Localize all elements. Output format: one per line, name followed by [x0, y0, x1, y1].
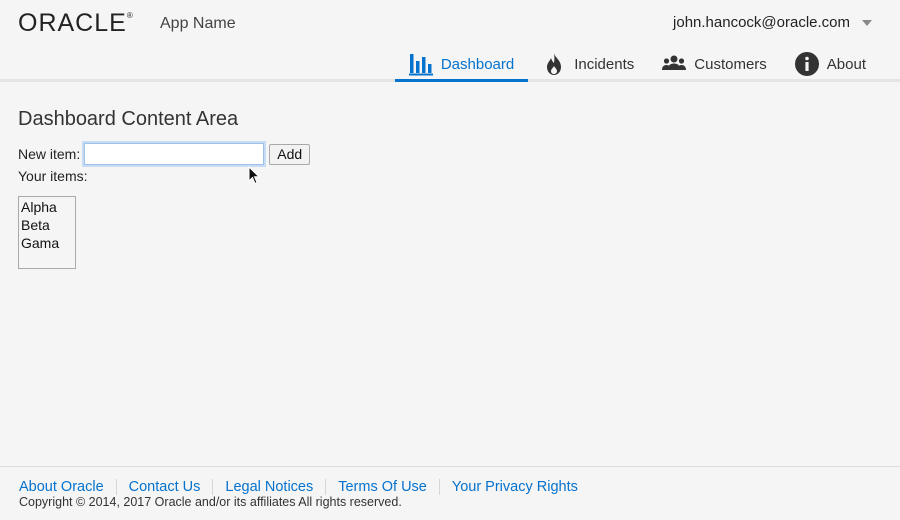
flame-icon — [547, 53, 562, 75]
logo-text: ORACLE — [18, 9, 127, 37]
new-item-label: New item: — [18, 146, 81, 162]
nav-label-about: About — [826, 55, 866, 73]
app-footer: About Oracle Contact Us Legal Notices Te… — [0, 466, 900, 520]
your-items-label: Your items: — [18, 168, 88, 184]
footer-link-contact-us[interactable]: Contact Us — [115, 479, 213, 495]
caret-down-icon — [862, 19, 872, 26]
footer-link-legal-notices[interactable]: Legal Notices — [212, 479, 325, 495]
people-icon — [662, 55, 687, 70]
nav-item-customers[interactable]: Customers — [648, 46, 781, 82]
app-name: App Name — [160, 15, 236, 32]
main-nav: Dashboard Incidents Customers About — [394, 46, 880, 82]
nav-label-incidents: Incidents — [574, 55, 635, 73]
footer-link-privacy-rights[interactable]: Your Privacy Rights — [438, 479, 590, 495]
items-listbox[interactable]: Alpha Beta Gama — [18, 196, 76, 269]
list-item[interactable]: Gama — [21, 234, 73, 252]
footer-link-about-oracle[interactable]: About Oracle — [19, 479, 116, 495]
user-email: john.hancock@oracle.com — [673, 14, 850, 31]
list-item[interactable]: Alpha — [21, 198, 73, 216]
nav-label-customers: Customers — [694, 55, 767, 73]
footer-links: About Oracle Contact Us Legal Notices Te… — [19, 479, 590, 495]
nav-label-dashboard: Dashboard — [440, 55, 515, 73]
info-icon — [794, 52, 819, 76]
page-title: Dashboard Content Area — [18, 108, 239, 130]
list-item[interactable]: Beta — [21, 216, 73, 234]
nav-item-about[interactable]: About — [781, 46, 880, 82]
user-menu[interactable]: john.hancock@oracle.com — [673, 14, 872, 31]
footer-link-terms-of-use[interactable]: Terms Of Use — [325, 479, 439, 495]
oracle-logo: ORACLE® — [18, 9, 134, 38]
nav-item-incidents[interactable]: Incidents — [528, 46, 648, 82]
new-item-input[interactable] — [84, 143, 265, 165]
add-button[interactable]: Add — [269, 143, 311, 165]
nav-item-dashboard[interactable]: Dashboard — [394, 46, 529, 82]
copyright-text: Copyright © 2014, 2017 Oracle and/or its… — [19, 495, 402, 509]
dashboard-content: Dashboard Content Area New item: Add You… — [18, 108, 311, 269]
bar-chart-icon — [408, 54, 433, 76]
app-header: ORACLE® App Name john.hancock@oracle.com… — [0, 0, 900, 82]
logo-registered-mark: ® — [126, 10, 134, 20]
mouse-pointer-icon — [248, 166, 260, 185]
new-item-row: New item: Add — [18, 143, 311, 165]
